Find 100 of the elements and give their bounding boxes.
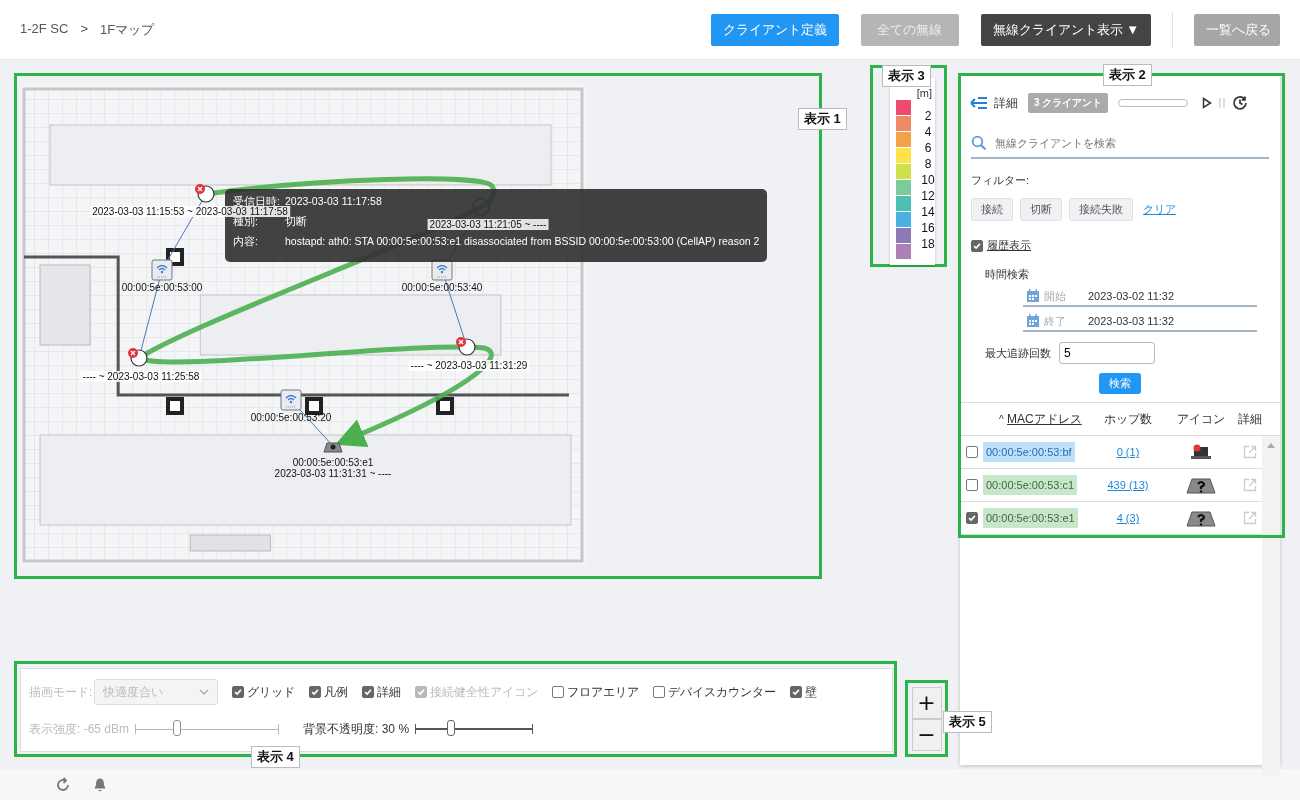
collapse-menu-icon[interactable] bbox=[970, 96, 988, 110]
mac-address-cell: 00:00:5e:00:53:e1 bbox=[983, 508, 1078, 528]
row-checkbox[interactable] bbox=[966, 479, 978, 491]
unknown-device-icon bbox=[1186, 509, 1216, 527]
max-trace-field[interactable]: 5 bbox=[1059, 342, 1155, 364]
max-trace-label: 最大追跡回数 bbox=[985, 345, 1051, 361]
calendar-icon bbox=[1026, 314, 1040, 328]
scrollbar[interactable] bbox=[1262, 436, 1280, 776]
column-header: 詳細 bbox=[1237, 410, 1263, 428]
date-field[interactable]: 終了 2023-03-03 11:32 bbox=[1023, 312, 1257, 332]
unknown-device-icon bbox=[1186, 476, 1216, 494]
checkbox-label[interactable]: デバイスカウンター bbox=[668, 683, 777, 701]
annotation-label: 表示 5 bbox=[943, 711, 992, 733]
legend-unit: [m] bbox=[916, 87, 932, 99]
breadcrumb-item[interactable]: 1-2F SC bbox=[20, 20, 69, 39]
hop-count-link[interactable]: 4 (3) bbox=[1116, 512, 1140, 524]
checkbox-label[interactable]: 壁 bbox=[805, 683, 818, 701]
annotation-label: 表示 1 bbox=[798, 108, 847, 130]
door-marker bbox=[305, 397, 323, 415]
history-refresh-icon[interactable] bbox=[1232, 95, 1249, 111]
checkbox[interactable] bbox=[309, 686, 322, 698]
legend-label: 6 bbox=[924, 140, 932, 156]
header-button[interactable]: 無線クライアント表示 ▼ bbox=[980, 13, 1151, 46]
breadcrumb-item[interactable]: 1Fマップ bbox=[100, 20, 155, 39]
annotation-label: 表示 3 bbox=[882, 65, 931, 87]
checkbox[interactable] bbox=[232, 686, 245, 698]
slider-label: 背景不透明度: 30 % bbox=[303, 720, 410, 738]
door-marker bbox=[436, 397, 454, 415]
filter-button[interactable]: 接続失敗 bbox=[1069, 198, 1133, 221]
legend-label: 4 bbox=[924, 124, 932, 140]
notification-bell-icon[interactable] bbox=[93, 776, 107, 793]
legend-label: 12 bbox=[921, 188, 935, 204]
error-event-node[interactable] bbox=[195, 184, 215, 203]
time-range-label: ---- ~ 2023-03-03 11:25:58 bbox=[80, 371, 202, 382]
slider-thumb[interactable] bbox=[446, 720, 455, 736]
column-header: アイコン bbox=[1176, 410, 1226, 428]
mac-address-cell: 00:00:5e:00:53:c1 bbox=[983, 475, 1078, 495]
access-point-icon[interactable] bbox=[151, 259, 173, 281]
mac-address-cell: 00:00:5e:00:53:bf bbox=[983, 442, 1075, 462]
legend-label: 14 bbox=[921, 204, 935, 220]
column-header: ホップ数 bbox=[1103, 410, 1153, 428]
zoom-button[interactable]: + bbox=[911, 686, 942, 719]
error-event-node[interactable] bbox=[456, 337, 476, 356]
checkbox-label[interactable]: 凡例 bbox=[324, 683, 349, 701]
filter-label: フィルター: bbox=[971, 173, 1031, 188]
row-checkbox[interactable] bbox=[966, 446, 978, 458]
checkbox[interactable] bbox=[653, 686, 666, 698]
checkbox[interactable] bbox=[790, 686, 803, 698]
panel-title: 詳細 bbox=[994, 94, 1018, 112]
filter-button[interactable]: 切断 bbox=[1020, 198, 1062, 221]
time-range-label: 2023-03-03 11:31:31 ~ ---- bbox=[274, 468, 392, 479]
checkbox[interactable] bbox=[362, 686, 375, 698]
annotation-label: 表示 4 bbox=[251, 746, 300, 768]
hop-count-link[interactable]: 439 (13) bbox=[1107, 479, 1149, 491]
filter-button[interactable]: 接続 bbox=[971, 198, 1013, 221]
legend-label: 8 bbox=[924, 156, 932, 172]
time-search-label: 時間検索 bbox=[985, 267, 1030, 282]
play-icon[interactable] bbox=[1202, 97, 1213, 109]
checkbox[interactable] bbox=[552, 686, 565, 698]
column-header[interactable]: ^ MACアドレス bbox=[983, 410, 1091, 428]
legend-label: 16 bbox=[921, 220, 935, 236]
time-range-label: 2023-03-03 11:21:05 ~ ---- bbox=[427, 219, 549, 230]
hop-count-link[interactable]: 0 (1) bbox=[1116, 446, 1140, 458]
draw-mode-label: 描画モード: bbox=[29, 683, 93, 701]
tooltip-key: 内容: bbox=[233, 235, 258, 249]
client-mac-label: 00:00:5e:00:53:e1 bbox=[292, 457, 374, 468]
clear-link[interactable]: クリア bbox=[1143, 202, 1176, 217]
zoom-button[interactable]: − bbox=[911, 718, 942, 751]
tooltip-value: 切断 bbox=[285, 215, 307, 229]
row-checkbox[interactable] bbox=[966, 512, 978, 524]
breadcrumb-separator: > bbox=[80, 20, 88, 38]
checkbox-label[interactable]: フロアエリア bbox=[567, 683, 640, 701]
legend-label: 2 bbox=[924, 108, 932, 124]
error-event-node[interactable] bbox=[128, 348, 148, 367]
tooltip-value: 2023-03-03 11:17:58 bbox=[285, 195, 382, 207]
caret-icon bbox=[199, 689, 210, 695]
access-point-label: 00:00:5e:00:53:20 bbox=[250, 412, 332, 423]
history-checkbox[interactable] bbox=[971, 239, 983, 252]
legend-label: 18 bbox=[921, 236, 935, 252]
door-marker bbox=[166, 397, 184, 415]
laptop-error-icon bbox=[1190, 444, 1212, 460]
time-range-label: ---- ~ 2023-03-03 11:31:29 bbox=[408, 360, 530, 371]
refresh-icon[interactable] bbox=[55, 776, 71, 793]
access-point-icon[interactable] bbox=[431, 259, 453, 281]
tooltip-value: hostapd: ath0: STA 00:00:5e:00:53:e1 disassociated from BSSID 00:00:5e:00:53:00 (CellAP) reason 2 bbox=[285, 235, 760, 249]
access-point-label: 00:00:5e:00:53:40 bbox=[401, 282, 483, 293]
time-range-label: 2023-03-03 11:15:53 ~ 2023-03-03 11:17:58 bbox=[90, 206, 290, 217]
unknown-device-icon[interactable] bbox=[323, 442, 343, 453]
slider-label: 表示強度: -65 dBm bbox=[29, 720, 130, 738]
search-field[interactable]: 無線クライアントを検索 bbox=[993, 136, 1269, 150]
checkbox-label[interactable]: 詳細 bbox=[377, 683, 402, 701]
annotation-label: 表示 2 bbox=[1103, 64, 1152, 86]
checkbox-label[interactable]: グリッド bbox=[247, 683, 296, 701]
date-field[interactable]: 開始 2023-03-02 11:32 bbox=[1023, 287, 1257, 307]
tooltip-key: 種別: bbox=[233, 215, 258, 229]
history-label[interactable]: 履歴表示 bbox=[987, 238, 1031, 253]
search-icon bbox=[971, 135, 987, 151]
calendar-icon bbox=[1026, 289, 1040, 303]
access-point-label: 00:00:5e:00:53:00 bbox=[121, 282, 203, 293]
legend-label: 10 bbox=[921, 172, 935, 188]
